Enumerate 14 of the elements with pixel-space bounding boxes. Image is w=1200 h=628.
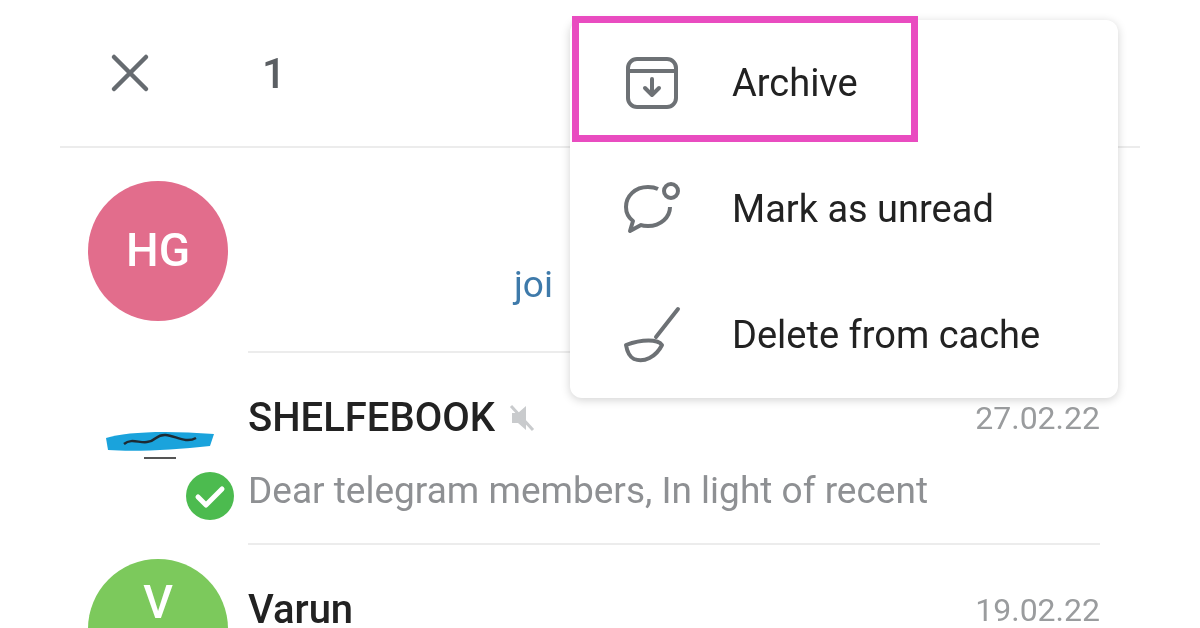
menu-item[interactable]: Mark as unread bbox=[570, 146, 1118, 272]
message-preview: Dear telegram members, In light of recent bbox=[248, 468, 930, 514]
menu-item[interactable]: Archive bbox=[570, 20, 1118, 146]
selected-count: 1 bbox=[262, 47, 286, 100]
avatar: V bbox=[88, 559, 228, 628]
chat-date: 27.02.22 bbox=[975, 398, 1100, 439]
avatar: HG bbox=[88, 180, 228, 321]
chat-date: 19.02.22 bbox=[975, 590, 1100, 628]
menu-item[interactable]: Delete from cache bbox=[570, 272, 1118, 398]
chat-name: Varun bbox=[248, 585, 354, 628]
message-preview: joi bbox=[511, 261, 554, 308]
close-icon[interactable] bbox=[110, 53, 150, 93]
chat-name: SHELFEBOOK bbox=[248, 393, 496, 443]
broom-icon bbox=[622, 305, 682, 365]
